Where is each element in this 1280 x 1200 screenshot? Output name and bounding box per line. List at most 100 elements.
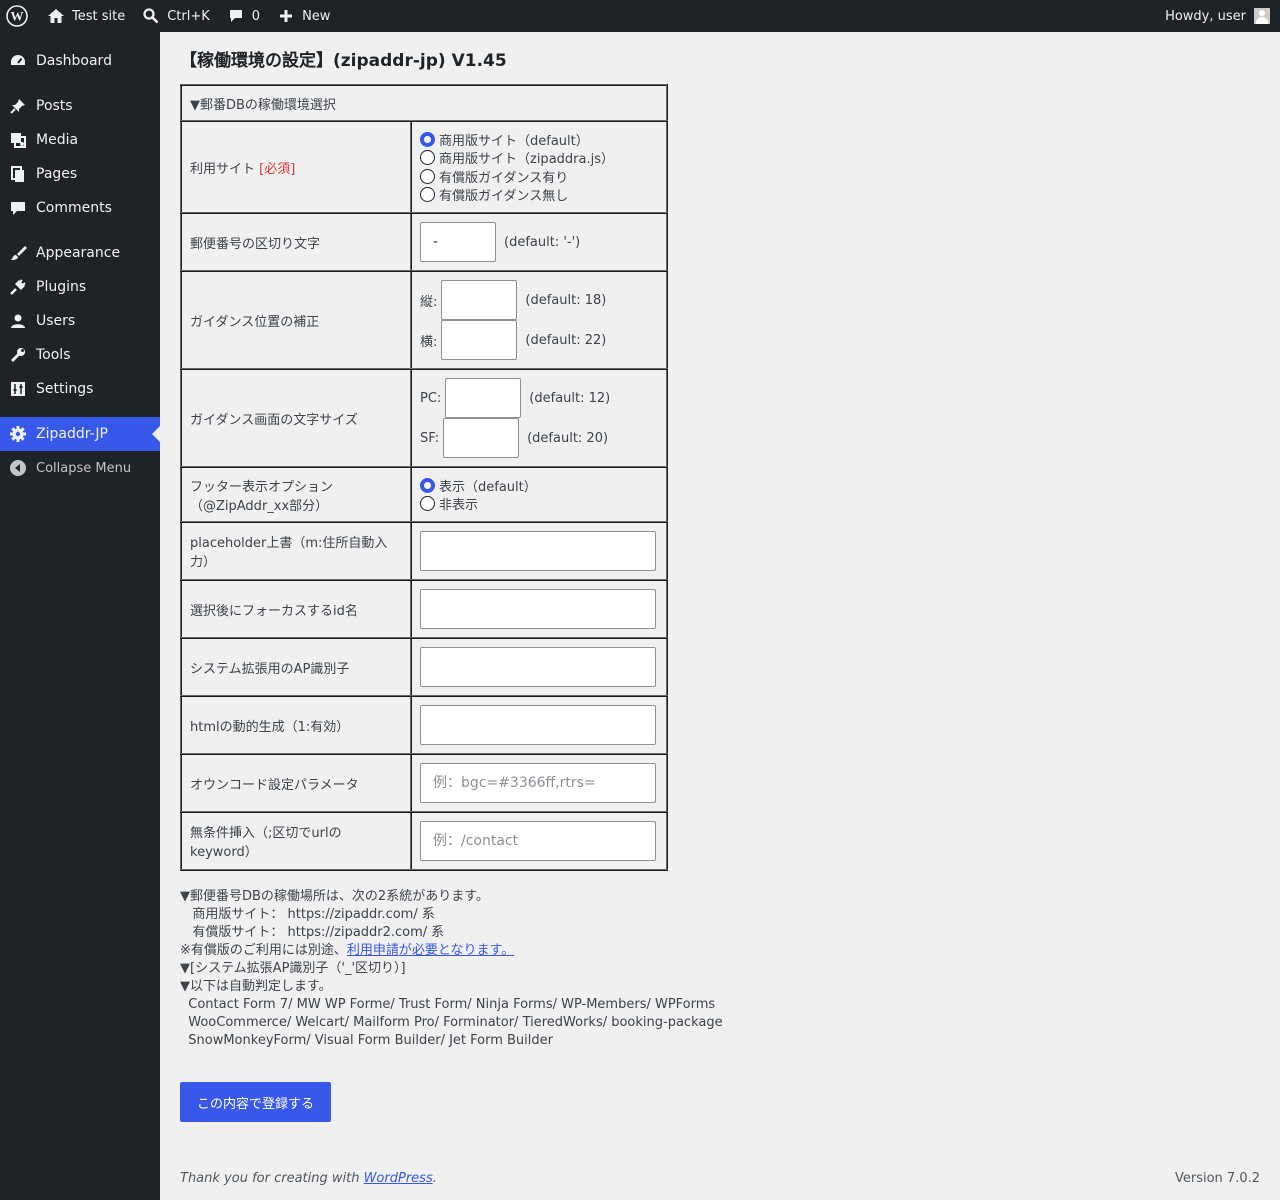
separator-default: (default: '-') — [504, 234, 581, 250]
option-label: 非表示 — [439, 498, 479, 514]
note-line: ▼以下は自動判定します。 — [180, 979, 332, 994]
ap-id-input[interactable] — [420, 647, 656, 687]
radio[interactable] — [420, 187, 435, 203]
html-gen-input[interactable] — [420, 705, 656, 745]
comments-link[interactable]: 0 — [218, 0, 268, 32]
site-option-paid-with-guidance[interactable]: 有償版ガイダンス有り — [420, 167, 658, 186]
comment-icon — [226, 6, 246, 26]
radio[interactable] — [420, 496, 435, 512]
sf-font-size-input[interactable] — [443, 418, 520, 458]
placeholder-input[interactable] — [420, 531, 656, 571]
ap-id-label: システム拡張用のAP識別子 — [180, 637, 412, 697]
sidebar-item-tools[interactable]: Tools — [0, 338, 160, 372]
comment-icon — [8, 198, 28, 218]
sidebar-item-appearance[interactable]: Appearance — [0, 236, 160, 270]
site-label-cell: 利用サイト [必須] — [180, 120, 412, 214]
pin-icon — [8, 96, 28, 116]
sidebar-item-label: Users — [36, 313, 76, 329]
footer-option-hide[interactable]: 非表示 — [420, 495, 658, 514]
sidebar-item-posts[interactable]: Posts — [0, 89, 160, 123]
radio-selected[interactable] — [420, 131, 435, 147]
sidebar-item-label: Settings — [36, 381, 94, 397]
pc-label: PC: — [420, 390, 442, 406]
html-gen-cell — [410, 695, 668, 755]
application-link[interactable]: 利用申請が必要となります。 — [347, 943, 514, 958]
font-size-label: ガイダンス画面の文字サイズ — [180, 368, 412, 468]
unconditional-label: 無条件挿入（;区切でurlのkeyword） — [180, 811, 412, 871]
search-shortcut-button[interactable]: Ctrl+K — [133, 0, 218, 32]
radio-selected[interactable] — [420, 477, 435, 493]
page-title: 【稼働環境の設定】(zipaddr-jp) V1.45 — [180, 51, 507, 71]
unconditional-input[interactable]: 例：/contact — [420, 821, 656, 861]
comments-count: 0 — [251, 8, 261, 24]
sidebar-item-label: Plugins — [36, 279, 87, 295]
new-content-button[interactable]: New — [268, 0, 338, 32]
wordpress-link[interactable]: WordPress — [364, 1171, 433, 1186]
notes-block: ▼郵便番号DBの稼働場所は、次の2系統があります。 商用版サイト： https:… — [180, 888, 723, 1050]
collapse-menu-button[interactable]: Collapse Menu — [0, 451, 160, 485]
owncode-input[interactable]: 例：bgc=#3366ff,rtrs= — [420, 763, 656, 803]
footer-option-label-cell: フッター表示オプション （@ZipAddr_xx部分） — [180, 466, 412, 523]
horizontal-offset-input[interactable] — [441, 320, 518, 360]
sidebar-item-settings[interactable]: Settings — [0, 372, 160, 406]
section-header: ▼郵番DBの稼働環境選択 — [180, 84, 668, 122]
footer-option-show[interactable]: 表示（default） — [420, 476, 658, 495]
sidebar-item-media[interactable]: Media — [0, 123, 160, 157]
plus-icon — [276, 6, 296, 26]
new-label: New — [302, 8, 331, 24]
focus-id-input[interactable] — [420, 589, 656, 629]
site-option-commercial-zipaddra[interactable]: 商用版サイト（zipaddra.js） — [420, 149, 658, 168]
sidebar-item-dashboard[interactable]: Dashboard — [0, 44, 160, 78]
note-text: ※有償版のご利用には別途、 — [180, 943, 347, 958]
media-icon — [8, 130, 28, 150]
collapse-menu-label: Collapse Menu — [36, 460, 132, 476]
note-line: ▼郵便番号DBの稼働場所は、次の2系統があります。 — [180, 889, 489, 904]
footer-option-label: フッター表示オプション — [190, 479, 334, 495]
radio[interactable] — [420, 150, 435, 166]
note-line: ※有償版のご利用には別途、利用申請が必要となります。 — [180, 942, 723, 960]
option-label: 商用版サイト（zipaddra.js） — [439, 152, 614, 168]
my-account-menu[interactable]: Howdy, user — [1165, 8, 1280, 24]
pc-font-size-input[interactable] — [445, 378, 522, 418]
vertical-offset-input[interactable] — [441, 280, 518, 320]
placeholder-cell — [410, 521, 668, 581]
footer-option-sublabel: （@ZipAddr_xx部分） — [190, 498, 329, 514]
sidebar-item-plugins[interactable]: Plugins — [0, 270, 160, 304]
submit-button[interactable]: この内容で登録する — [180, 1082, 331, 1122]
collapse-arrow-icon — [8, 458, 28, 478]
separator-cell: - (default: '-') — [410, 212, 668, 272]
font-size-cell: PC: (default: 12) SF: (default: 20) — [410, 368, 668, 468]
site-name-label: Test site — [72, 8, 126, 24]
option-label: 有償版ガイダンス無し — [439, 189, 569, 205]
site-option-commercial-default[interactable]: 商用版サイト（default） — [420, 130, 658, 149]
sidebar-item-comments[interactable]: Comments — [0, 191, 160, 225]
avatar — [1254, 8, 1270, 24]
search-icon — [141, 6, 161, 26]
sidebar-item-label: Posts — [36, 98, 73, 114]
separator-input[interactable]: - — [420, 222, 496, 262]
horizontal-default: (default: 22) — [525, 332, 607, 348]
vertical-default: (default: 18) — [525, 292, 607, 308]
footer-thanks: Thank you for creating with WordPress. — [180, 1171, 437, 1186]
unconditional-cell: 例：/contact — [410, 811, 668, 871]
sidebar-item-pages[interactable]: Pages — [0, 157, 160, 191]
sidebar-item-label: Appearance — [36, 245, 121, 261]
gear-icon — [8, 424, 28, 444]
site-options-cell: 商用版サイト（default） 商用版サイト（zipaddra.js） 有償版ガ… — [410, 120, 668, 214]
wrench-icon — [8, 345, 28, 365]
pages-icon — [8, 164, 28, 184]
main-content: 【稼働環境の設定】(zipaddr-jp) V1.45 ▼郵番DBの稼働環境選択… — [160, 32, 1280, 1200]
sidebar-item-label: Dashboard — [36, 53, 112, 69]
version-label: Version 7.0.2 — [1174, 1171, 1260, 1186]
separator-label: 郵便番号の区切り文字 — [180, 212, 412, 272]
owncode-cell: 例：bgc=#3366ff,rtrs= — [410, 753, 668, 813]
owncode-label: オウンコード設定パラメータ — [180, 753, 412, 813]
site-option-paid-without-guidance[interactable]: 有償版ガイダンス無し — [420, 186, 658, 205]
wordpress-logo-button[interactable]: W — [0, 0, 38, 32]
sf-label: SF: — [420, 430, 440, 446]
sidebar-item-zipaddr-jp[interactable]: Zipaddr-JP — [0, 417, 160, 451]
sidebar-item-users[interactable]: Users — [0, 304, 160, 338]
radio[interactable] — [420, 168, 435, 184]
site-name-link[interactable]: Test site — [38, 0, 133, 32]
sf-default: (default: 20) — [527, 430, 609, 446]
